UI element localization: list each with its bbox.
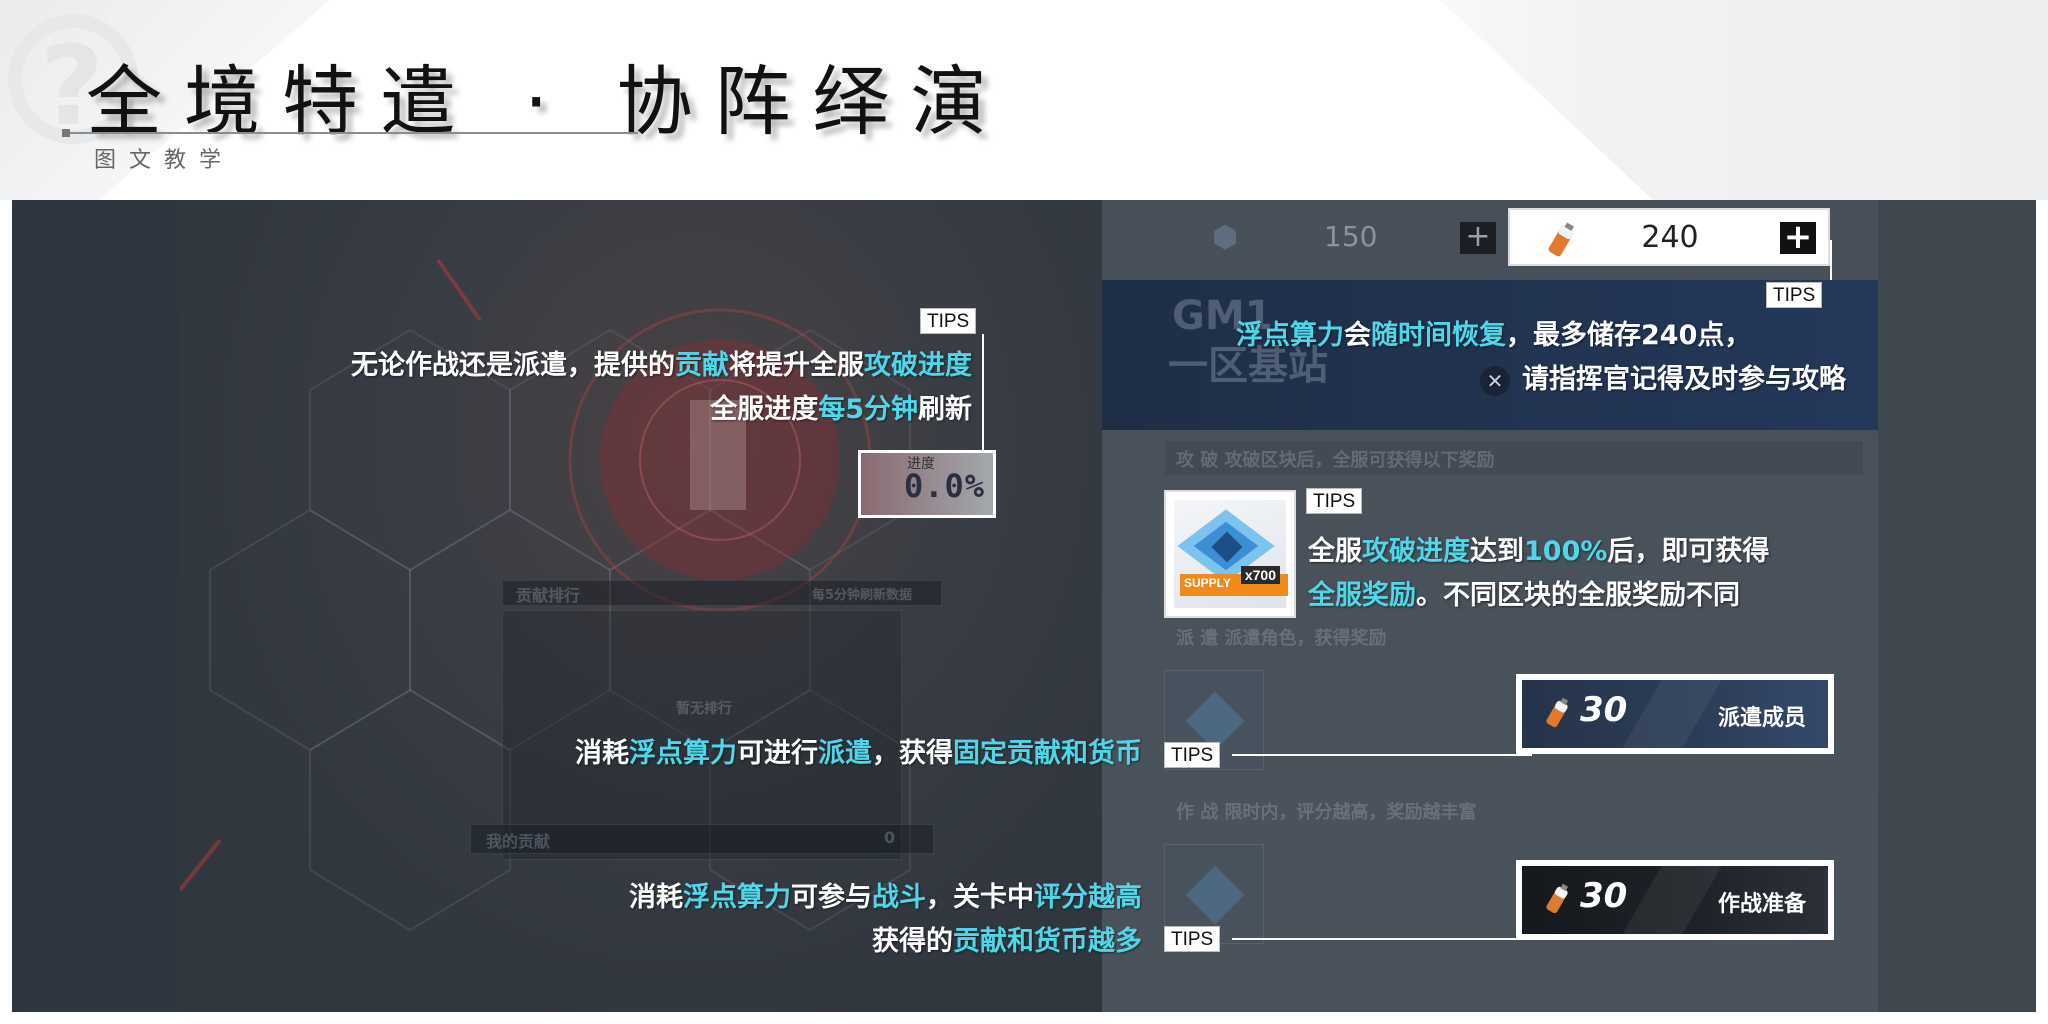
header-decoration-right — [1440, 0, 2048, 200]
dispatch-row-label: 派 遣 派遣角色，获得奖励 — [1176, 628, 1387, 649]
battle-row-label: 作 战 限时内，评分越高，奖励越丰富 — [1176, 802, 1477, 823]
battery-icon — [1546, 697, 1569, 728]
tips-connector — [1232, 754, 1532, 756]
note-contribution-line1: 无论作战还是派遣，提供的贡献将提升全服攻破进度 — [351, 350, 972, 381]
rank-title: 贡献排行 — [516, 586, 581, 605]
tips-label-reward: TIPS — [1306, 488, 1363, 514]
cube-resource-add-button[interactable]: + — [1460, 222, 1496, 254]
note-reward-line1: 全服攻破进度达到100%后，即可获得 — [1308, 536, 1770, 567]
title-underline — [64, 132, 638, 134]
tips-connector — [1232, 938, 1532, 940]
note-dispatch: 消耗浮点算力可进行派遣，获得固定贡献和货币 — [575, 738, 1142, 769]
progress-value: 0.0% — [903, 467, 985, 505]
battle-button-label: 作战准备 — [1717, 892, 1806, 917]
cube-resource-value: 150 — [1324, 220, 1378, 253]
tips-connector — [982, 334, 984, 452]
tutorial-panel: 贡献排行 每5分钟刷新数据 暂无排行 我的贡献 0 GM1 一区基站 攻 破 攻… — [12, 200, 2036, 1012]
dispatch-member-button-frame: 30 派遣成员 — [1516, 674, 1834, 754]
note-recover-line2: ✕ 请指挥官记得及时参与攻略 — [1416, 358, 1846, 402]
title-underline-dot — [62, 129, 70, 137]
close-circle-icon: ✕ — [1480, 365, 1510, 396]
progress-box: 进度 0.0% — [858, 450, 996, 518]
my-contribution-value: 0 — [884, 828, 896, 847]
page-subtitle: 图文教学 — [94, 148, 235, 173]
note-recover-line1: 浮点算力会随时间恢复，最多储存240点， — [1236, 320, 1752, 351]
dispatch-cost: 30 — [1580, 690, 1628, 730]
compute-resource-value: 240 — [1641, 220, 1699, 255]
note-reward-line2: 全服奖励。不同区块的全服奖励不同 — [1308, 580, 1740, 611]
dispatch-member-button[interactable]: 30 派遣成员 — [1522, 680, 1828, 748]
reward-strip-label: SUPPLY — [1184, 576, 1231, 590]
compute-resource-add-button[interactable]: + — [1780, 220, 1816, 254]
server-reward-card[interactable]: SUPPLY x700 — [1164, 490, 1296, 618]
tips-label-dispatch: TIPS — [1164, 742, 1221, 768]
attack-row-label: 攻 破 攻破区块后，全服可获得以下奖励 — [1176, 450, 1495, 471]
rank-empty-label: 暂无排行 — [676, 701, 732, 717]
rank-refresh-note: 每5分钟刷新数据 — [812, 588, 913, 603]
tips-label-recover: TIPS — [1766, 282, 1823, 308]
my-contribution-label: 我的贡献 — [486, 832, 551, 851]
tips-label-contribution: TIPS — [920, 308, 977, 334]
note-battle-line1: 消耗浮点算力可参与战斗，关卡中评分越高 — [629, 882, 1142, 913]
note-battle-line2: 获得的贡献和货币越多 — [872, 926, 1142, 957]
battle-cost: 30 — [1580, 876, 1628, 916]
reward-quantity: x700 — [1240, 566, 1280, 584]
battle-prepare-button[interactable]: 30 作战准备 — [1522, 866, 1828, 934]
note-contribution-line2: 全服进度每5分钟刷新 — [710, 394, 972, 425]
tips-label-battle: TIPS — [1164, 926, 1221, 952]
battery-icon — [1546, 883, 1569, 914]
cube-resource-icon: ⬢ — [1212, 220, 1239, 255]
compute-resource-box: 240 + — [1508, 208, 1830, 266]
dispatch-button-label: 派遣成员 — [1717, 706, 1806, 731]
tips-connector — [1830, 240, 1832, 280]
battle-prepare-button-frame: 30 作战准备 — [1516, 860, 1834, 940]
